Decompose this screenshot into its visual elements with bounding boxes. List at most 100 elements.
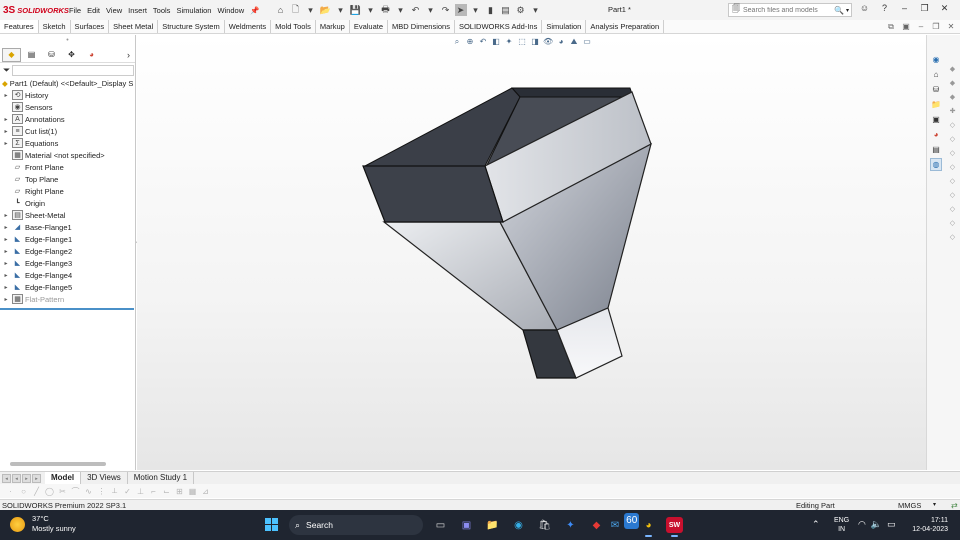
tab-sheet-metal[interactable]: Sheet Metal [109,20,159,33]
tab-model[interactable]: Model [45,472,82,484]
tree-item-edge-flange5[interactable]: ▸ ◣ Edge-Flange5 [0,281,135,293]
tree-item-history[interactable]: ▸ ⟲ History [0,89,135,101]
new-document-icon[interactable]: 🗋 [290,4,302,16]
filter-icon[interactable]: ⏷ [3,65,10,76]
next-tab-icon[interactable]: ▸ [22,473,31,483]
file-explorer-icon[interactable]: 📁 [484,517,501,533]
tree-item-sensors[interactable]: ◉ Sensors [0,101,135,113]
chevron-right-icon[interactable]: › [127,50,130,60]
tab-3d-views[interactable]: 3D Views [81,472,128,484]
chrome-icon[interactable]: ◕ [640,517,657,537]
tree-filter-input[interactable] [12,64,135,76]
tab-motion-study-1[interactable]: Motion Study 1 [128,472,195,484]
dropdown-arrow-icon[interactable]: ▾ [365,4,377,16]
microsoft-store-icon[interactable]: 🛍 [536,517,553,533]
tree-item-annotations[interactable]: ▸ A Annotations [0,113,135,125]
expand-arrow-icon[interactable]: ▸ [2,272,10,279]
tree-item-cut-list-1[interactable]: ▸ ≡ Cut list(1) [0,125,135,137]
options-gear-icon[interactable]: ⚙ [515,4,527,16]
task-view-icon[interactable]: ▭ [432,517,449,533]
view-tool-8-icon[interactable]: ◇ [947,161,958,172]
input-language[interactable]: ENG IN [834,516,849,534]
view-tool-7-icon[interactable]: ◇ [947,147,958,158]
expand-arrow-icon[interactable]: ▸ [2,248,10,255]
dropdown-arrow-icon[interactable]: ▾ [305,4,317,16]
file-properties-icon[interactable]: ▤ [500,4,512,16]
save-icon[interactable]: 💾 [350,4,362,16]
section-view-icon[interactable]: ◧ [491,37,501,47]
tab-markup[interactable]: Markup [316,20,350,33]
show-hidden-icons-icon[interactable]: ⌃ [812,519,820,530]
tab-weldments[interactable]: Weldments [225,20,272,33]
view-tool-12-icon[interactable]: ◇ [947,217,958,228]
edit-appearance-icon[interactable]: ◕ [556,37,566,47]
dropdown-arrow-icon[interactable]: ▾ [530,4,542,16]
dynamic-annotation-icon[interactable]: ✦ [504,37,514,47]
solidworks-logo[interactable]: 3S SOLIDWORKS [0,5,69,16]
first-tab-icon[interactable]: ◂ [2,473,11,483]
dropbox-icon[interactable]: ✦ [562,517,579,533]
menu-insert[interactable]: Insert [125,6,150,15]
search-scope-icon[interactable]: 🗐 [732,3,740,17]
zoom-to-area-icon[interactable]: ⊕ [465,37,475,47]
view-tool-5-icon[interactable]: ◇ [947,119,958,130]
tab-sketch[interactable]: Sketch [39,20,71,33]
scene-icon[interactable]: ⛰ [569,37,579,47]
expand-arrow-icon[interactable]: ▸ [2,224,10,231]
previous-view-icon[interactable]: ↶ [478,37,488,47]
home-icon[interactable]: ⌂ [275,4,287,16]
dropdown-arrow-icon[interactable]: ▾ [470,4,482,16]
tree-item-edge-flange1[interactable]: ▸ ◣ Edge-Flange1 [0,233,135,245]
tab-structure-system[interactable]: Structure System [158,20,225,33]
view-tool-6-icon[interactable]: ◇ [947,133,958,144]
doc-close-icon[interactable]: ✕ [946,22,956,32]
taskbar-clock[interactable]: 17:11 12-04-2023 [906,516,948,534]
undo-icon[interactable]: ↶ [410,4,422,16]
doc-minimize-icon[interactable]: – [916,22,926,32]
close-icon[interactable]: ✕ [938,3,951,14]
solidworks-taskbar-icon[interactable]: SW [666,517,683,537]
tab-features[interactable]: Features [0,20,39,33]
menu-window[interactable]: Window [214,6,247,15]
tree-item-material-not-specified[interactable]: ▦ Material <not specified> [0,149,135,161]
help-icon[interactable]: ? [878,3,891,14]
pin-icon[interactable]: 📌 [247,6,262,15]
view-tool-10-icon[interactable]: ◇ [947,189,958,200]
dropdown-arrow-icon[interactable]: ▾ [395,4,407,16]
restore-icon[interactable]: ❐ [918,3,931,14]
redo-icon[interactable]: ↷ [440,4,452,16]
mail-icon[interactable]: ✉ 60 [611,513,640,533]
expand-arrow-icon[interactable]: ▸ [2,140,10,147]
dropdown-arrow-icon[interactable]: ▾ [846,7,849,14]
menu-file[interactable]: File [66,6,84,15]
user-account-icon[interactable]: ☺ [858,3,871,14]
tab-mold-tools[interactable]: Mold Tools [271,20,316,33]
dropdown-arrow-icon[interactable]: ▾ [335,4,347,16]
tree-item-top-plane[interactable]: ▱ Top Plane [0,173,135,185]
open-folder-icon[interactable]: 📂 [320,4,332,16]
tree-item-front-plane[interactable]: ▱ Front Plane [0,161,135,173]
prev-tab-icon[interactable]: ◂ [12,473,21,483]
expand-arrow-icon[interactable]: ▸ [2,260,10,267]
tile-alt-icon[interactable]: ▣ [901,22,911,32]
property-manager-tab-icon[interactable]: ▤ [22,48,41,62]
tab-surfaces[interactable]: Surfaces [71,20,110,33]
appearances-scenes-icon[interactable]: ◕ [930,128,942,141]
view-tool-1-icon[interactable]: ◆ [947,63,958,74]
tab-simulation[interactable]: Simulation [542,20,587,33]
horizontal-scrollbar[interactable] [10,462,106,466]
view-tool-4-icon[interactable]: ✚ [947,105,958,116]
sheet-metal-funnel-model[interactable] [362,86,652,380]
select-pointer-icon[interactable]: ➤ [454,4,467,16]
search-input[interactable] [743,6,834,14]
battery-icon[interactable]: ▭ [887,519,896,530]
traffic-light-icon[interactable]: ▮ [485,4,497,16]
tree-root-part[interactable]: ◆ Part1 (Default) <<Default>_Display S [0,77,135,89]
view-settings-icon[interactable]: ▭ [582,37,592,47]
tree-item-edge-flange2[interactable]: ▸ ◣ Edge-Flange2 [0,245,135,257]
windows-start-icon[interactable] [265,518,278,531]
tree-item-edge-flange4[interactable]: ▸ ◣ Edge-Flange4 [0,269,135,281]
expand-arrow-icon[interactable]: ▸ [2,236,10,243]
appearances-icon[interactable]: ▣ [930,113,942,126]
feature-manager-tab-icon[interactable]: ◆ [2,47,21,62]
